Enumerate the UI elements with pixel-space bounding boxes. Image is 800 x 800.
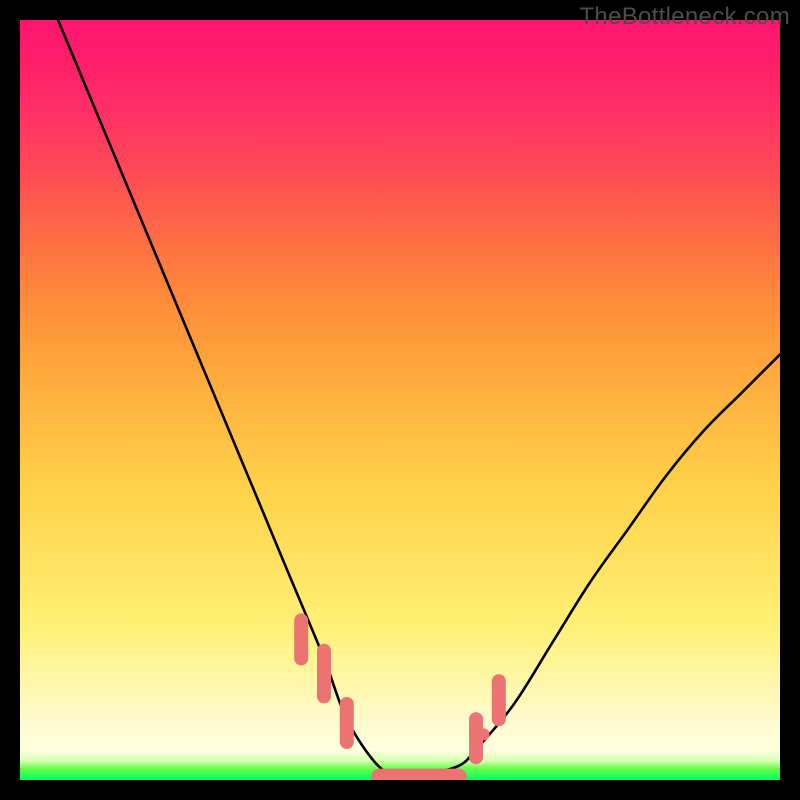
confidence-trough-blob [371,769,467,780]
chart-frame: TheBottleneck.com [0,0,800,800]
plot-area [20,20,780,780]
confidence-dot [478,728,490,740]
bottleneck-curve-path [58,20,780,777]
confidence-dot [493,698,505,710]
watermark-text: TheBottleneck.com [579,3,790,31]
bottleneck-curve-svg [20,20,780,780]
confidence-markers [301,620,505,780]
